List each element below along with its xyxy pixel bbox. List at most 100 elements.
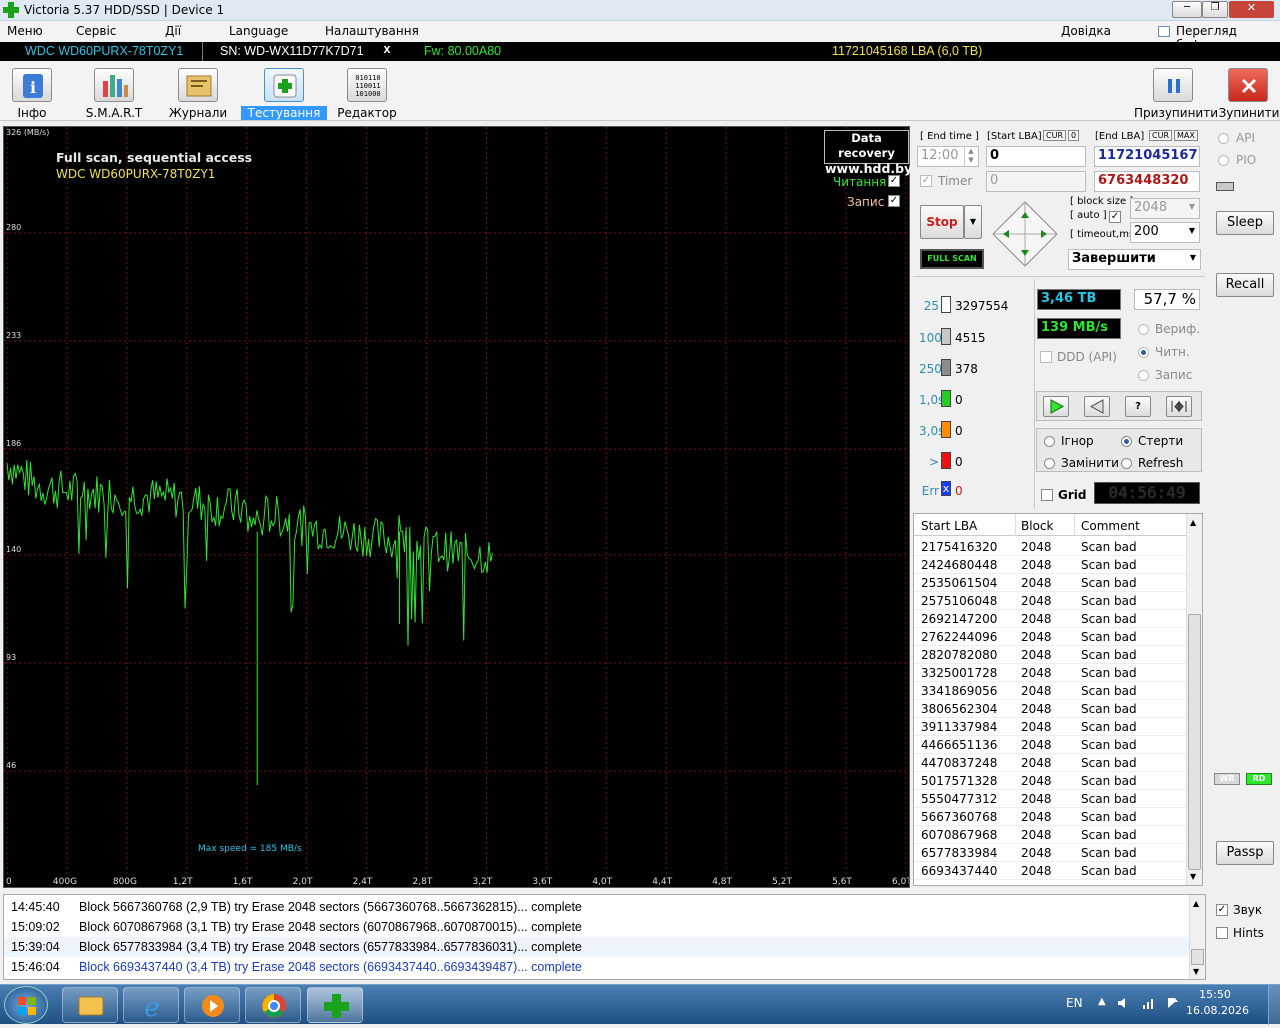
pio-radio[interactable]	[1218, 155, 1229, 166]
tab-logs[interactable]: Журнали	[157, 66, 239, 121]
media-player-taskbar-button[interactable]	[184, 987, 240, 1023]
end-lba-input[interactable]: 11721045167	[1094, 146, 1200, 167]
log-entry[interactable]: 15:09:02 Block 6070867968 (3,1 TB) try Er…	[4, 917, 1189, 937]
table-row[interactable]: 3911337984 2048 Scan bad	[914, 718, 1186, 736]
replace-radio[interactable]	[1044, 458, 1055, 469]
ddd-checkbox[interactable]	[1040, 351, 1052, 363]
table-row[interactable]: 5550477312 2048 Scan bad	[914, 790, 1186, 808]
table-row[interactable]: 2820782080 2048 Scan bad	[914, 646, 1186, 664]
rewind-button[interactable]	[1084, 396, 1110, 417]
start-cur-button[interactable]: CUR	[1043, 130, 1066, 141]
table-row[interactable]: 2424680448 2048 Scan bad	[914, 556, 1186, 574]
log-entry[interactable]: 15:39:04 Block 6577833984 (3,4 TB) try Er…	[4, 937, 1189, 957]
ignore-radio[interactable]	[1044, 436, 1055, 447]
table-row[interactable]: 2175416320 2048 Scan bad	[914, 538, 1186, 556]
close-device-button[interactable]: x	[380, 42, 394, 61]
victoria-taskbar-button[interactable]	[307, 987, 363, 1023]
network-icon[interactable]	[1142, 997, 1156, 1009]
sleep-button[interactable]: Sleep	[1216, 211, 1274, 235]
log-scrollbar[interactable]: ▲ ▼	[1189, 895, 1205, 979]
table-row[interactable]: 5667360768 2048 Scan bad	[914, 808, 1186, 826]
show-desktop-button[interactable]	[1268, 985, 1280, 1025]
explorer-taskbar-button[interactable]	[62, 987, 118, 1023]
menu-item-menu[interactable]: Меню	[7, 24, 43, 38]
tab-testing[interactable]: Тестування	[241, 66, 327, 121]
fullscan-indicator[interactable]: FULL SCAN	[920, 249, 984, 269]
menu-item-help[interactable]: Довідка	[1061, 24, 1111, 38]
table-row[interactable]: 3325001728 2048 Scan bad	[914, 664, 1186, 682]
start-button[interactable]	[4, 986, 48, 1024]
volume-icon[interactable]	[1117, 997, 1131, 1009]
column-block[interactable]: Block	[1021, 519, 1053, 533]
grid-checkbox[interactable]	[1041, 489, 1053, 501]
table-row[interactable]: 6693437440 2048 Scan bad	[914, 862, 1186, 880]
time-spinner[interactable]: ▲ ▼	[964, 147, 977, 166]
log-entry[interactable]: 14:45:40 Block 5667360768 (2,9 TB) try Er…	[4, 897, 1189, 917]
language-indicator[interactable]: EN	[1066, 996, 1083, 1010]
chrome-taskbar-button[interactable]	[245, 987, 301, 1023]
log-scroll-down-icon[interactable]: ▼	[1193, 967, 1199, 976]
passp-button[interactable]: Passp	[1216, 841, 1274, 865]
stop-dropdown-button[interactable]: ▼	[964, 205, 982, 239]
log-scroll-thumb[interactable]	[1191, 949, 1204, 965]
table-row[interactable]: 6577833984 2048 Scan bad	[914, 844, 1186, 862]
table-row[interactable]: 6070867968 2048 Scan bad	[914, 826, 1186, 844]
menu-item-actions[interactable]: Дії	[165, 24, 181, 38]
tab-editor[interactable]: 010110 110011 101000 Редактор	[326, 66, 408, 121]
table-row[interactable]: 2762244096 2048 Scan bad	[914, 628, 1186, 646]
table-row[interactable]: 3341869056 2048 Scan bad	[914, 682, 1186, 700]
auto-checkbox[interactable]: ✓	[1109, 211, 1121, 223]
refresh-radio[interactable]	[1121, 458, 1132, 469]
clock-time[interactable]: 15:50	[1190, 988, 1240, 1001]
pause-button[interactable]: Призупинити	[1134, 66, 1218, 121]
scroll-down-icon[interactable]: ▼	[1190, 872, 1196, 881]
table-row[interactable]: 2575106048 2048 Scan bad	[914, 592, 1186, 610]
tab-smart[interactable]: S.M.A.R.T	[73, 66, 155, 121]
timer-checkbox[interactable]: ✓	[920, 175, 932, 187]
verify-radio[interactable]	[1138, 324, 1149, 335]
end-max-button[interactable]: MAX	[1174, 130, 1198, 141]
action-center-icon[interactable]	[1166, 996, 1180, 1010]
log-entry[interactable]: 15:46:04 Block 6693437440 (3,4 TB) try Er…	[4, 957, 1189, 977]
menu-item-service[interactable]: Сервіс	[76, 24, 116, 38]
data-recovery-badge[interactable]: Data recovery www.hdd.by	[824, 130, 912, 176]
write-legend-checkbox[interactable]: ✓	[888, 195, 900, 207]
read-radio[interactable]	[1138, 347, 1149, 358]
recall-button[interactable]: Recall	[1216, 273, 1274, 297]
table-row[interactable]: 2535061504 2048 Scan bad	[914, 574, 1186, 592]
close-window-button[interactable]: ✕	[1229, 1, 1274, 18]
timer-input[interactable]: 0	[986, 171, 1086, 192]
erase-radio[interactable]	[1121, 436, 1132, 447]
direction-pad[interactable]	[991, 200, 1059, 268]
table-scrollbar[interactable]: ▲ ▼	[1186, 514, 1202, 885]
hints-checkbox[interactable]	[1216, 927, 1228, 939]
table-row[interactable]: 3806562304 2048 Scan bad	[914, 700, 1186, 718]
read-legend-checkbox[interactable]: ✓	[888, 175, 900, 187]
column-start-lba[interactable]: Start LBA	[921, 519, 977, 533]
maximize-button[interactable]: ❐	[1202, 1, 1228, 18]
menu-item-language[interactable]: Language	[229, 24, 288, 38]
stop-button-toolbar[interactable]: Зупинити	[1218, 66, 1280, 121]
table-row[interactable]: 5017571328 2048 Scan bad	[914, 772, 1186, 790]
skip-bad-button[interactable]: ?	[1125, 396, 1151, 417]
play-button[interactable]	[1043, 396, 1069, 417]
stop-scan-button[interactable]: Stop	[920, 205, 964, 239]
ie-taskbar-button[interactable]: e	[123, 987, 179, 1023]
start-zero-button[interactable]: 0	[1068, 130, 1080, 141]
end-button[interactable]	[1166, 396, 1192, 417]
scroll-up-icon[interactable]: ▲	[1190, 518, 1196, 527]
log-scroll-up-icon[interactable]: ▲	[1193, 899, 1199, 908]
table-row[interactable]: 4470837248 2048 Scan bad	[914, 754, 1186, 772]
end-cur-button[interactable]: CUR	[1149, 130, 1172, 141]
column-comment[interactable]: Comment	[1081, 519, 1140, 533]
clock-date[interactable]: 16.08.2026	[1186, 1004, 1249, 1017]
api-radio[interactable]	[1218, 133, 1229, 144]
table-row[interactable]: 4466651136 2048 Scan bad	[914, 736, 1186, 754]
timeout-select[interactable]: 200 ▼	[1130, 222, 1200, 243]
table-row[interactable]: 2692147200 2048 Scan bad	[914, 610, 1186, 628]
menu-item-settings[interactable]: Налаштування	[325, 24, 419, 38]
start-lba-input[interactable]: 0	[986, 146, 1086, 167]
scroll-thumb[interactable]	[1188, 614, 1201, 870]
finish-action-select[interactable]: Завершити ▼	[1068, 249, 1201, 270]
block-size-select[interactable]: 2048 ▼	[1130, 198, 1200, 219]
